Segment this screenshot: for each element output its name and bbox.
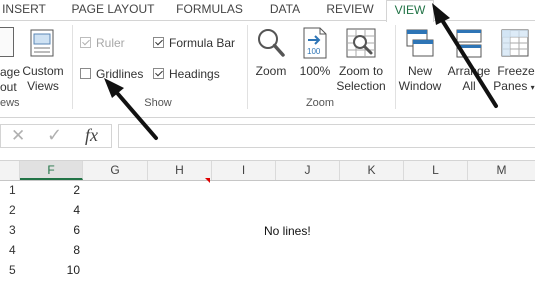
formula-bar-buttons: ✕ ✓ fx (0, 124, 112, 148)
page-break-preview-icon[interactable] (0, 27, 14, 57)
column-header-h[interactable]: H (148, 161, 212, 180)
new-window-icon[interactable] (405, 27, 435, 64)
formula-bar: ✕ ✓ fx (0, 118, 535, 154)
formula-bar-checkbox[interactable] (153, 37, 164, 48)
column-header-row: F G H I J K L M (0, 160, 535, 181)
workbook-views-group-label: ews (0, 97, 20, 109)
tab-formulas[interactable]: FORMULAS (172, 0, 247, 20)
zoom-100-icon[interactable]: 100 (301, 26, 329, 65)
tab-page-layout[interactable]: PAGE LAYOUT (68, 0, 158, 20)
headings-checkbox[interactable] (153, 68, 164, 79)
zoom-to-selection-label-1: Zoom to (338, 64, 383, 78)
page-break-preview-label-1: age (0, 65, 21, 79)
custom-views-label-1: Custom (22, 64, 64, 78)
formula-input[interactable] (118, 124, 535, 148)
headings-checkbox-row[interactable]: Headings (153, 66, 233, 82)
column-header-i[interactable]: I (212, 161, 276, 180)
formula-bar-checkbox-row[interactable]: Formula Bar (153, 35, 243, 51)
page-break-preview-label-2: out (0, 80, 17, 94)
zoom-label: Zoom (255, 64, 287, 78)
column-header-f[interactable]: F (20, 161, 83, 180)
row-header[interactable]: 2 (0, 200, 20, 220)
tab-insert[interactable]: INSERT (0, 0, 48, 20)
show-group-label: Show (144, 97, 172, 109)
chevron-down-icon: ▾ (530, 83, 535, 92)
headings-label: Headings (169, 67, 220, 81)
ruler-checkbox[interactable] (80, 37, 91, 48)
gridlines-checkbox[interactable] (80, 68, 91, 79)
freeze-panes-label-1: Freeze (497, 64, 535, 78)
cancel-icon[interactable]: ✕ (11, 126, 25, 146)
zoom-group-label: Zoom (305, 97, 335, 109)
column-header-j[interactable]: J (276, 161, 340, 180)
tab-review[interactable]: REVIEW (322, 0, 378, 20)
svg-text:100: 100 (307, 47, 321, 56)
cell-f1[interactable]: 2 (20, 180, 80, 200)
insert-function-icon[interactable]: fx (85, 125, 98, 146)
row-header[interactable]: 1 (0, 180, 20, 200)
row-header[interactable]: 5 (0, 260, 20, 280)
custom-views-label-2: Views (27, 79, 59, 93)
annotation-text: No lines! (264, 224, 311, 238)
enter-icon[interactable]: ✓ (47, 125, 62, 146)
select-all-corner[interactable] (0, 161, 20, 180)
gridlines-checkbox-row[interactable]: Gridlines (80, 66, 150, 82)
ribbon-tab-bar: INSERT PAGE LAYOUT FORMULAS DATA REVIEW … (0, 0, 535, 22)
column-header-m[interactable]: M (468, 161, 535, 180)
freeze-panes-icon[interactable] (500, 27, 530, 64)
custom-views-icon[interactable] (29, 28, 57, 63)
zoom-100-label: 100% (299, 64, 331, 78)
ribbon: age out Custom Views ews Ruler Formula B… (0, 21, 535, 118)
cell-f3[interactable]: 6 (20, 220, 80, 240)
column-header-l[interactable]: L (404, 161, 468, 180)
zoom-to-selection-label-2: Selection (336, 79, 386, 93)
zoom-to-selection-icon[interactable] (345, 27, 377, 64)
ribbon-separator (395, 25, 396, 109)
column-header-g[interactable]: G (83, 161, 148, 180)
tab-data[interactable]: DATA (262, 0, 308, 20)
new-window-label-1: New (407, 64, 432, 78)
gridlines-label: Gridlines (96, 67, 144, 81)
cell-f4[interactable]: 8 (20, 240, 80, 260)
cell-f5[interactable]: 10 (20, 260, 80, 280)
tab-view[interactable]: VIEW (386, 0, 434, 22)
ribbon-separator (72, 25, 73, 109)
comment-indicator[interactable] (205, 178, 210, 183)
zoom-icon[interactable] (256, 27, 286, 64)
column-header-k[interactable]: K (340, 161, 404, 180)
ruler-label: Ruler (96, 36, 125, 50)
row-header[interactable]: 3 (0, 220, 20, 240)
new-window-label-2: Window (398, 79, 442, 93)
freeze-panes-label-2: Panes ▾ (492, 79, 535, 95)
ribbon-separator (247, 25, 248, 109)
freeze-panes-label-2-text: Panes (493, 79, 528, 93)
arrange-all-icon[interactable] (455, 27, 483, 64)
row-header[interactable]: 4 (0, 240, 20, 260)
arrange-all-label-2: All (462, 79, 476, 93)
formula-bar-label: Formula Bar (169, 36, 236, 50)
cell-f2[interactable]: 4 (20, 200, 80, 220)
arrange-all-label-1: Arrange (447, 64, 491, 78)
ruler-checkbox-row[interactable]: Ruler (80, 35, 150, 51)
